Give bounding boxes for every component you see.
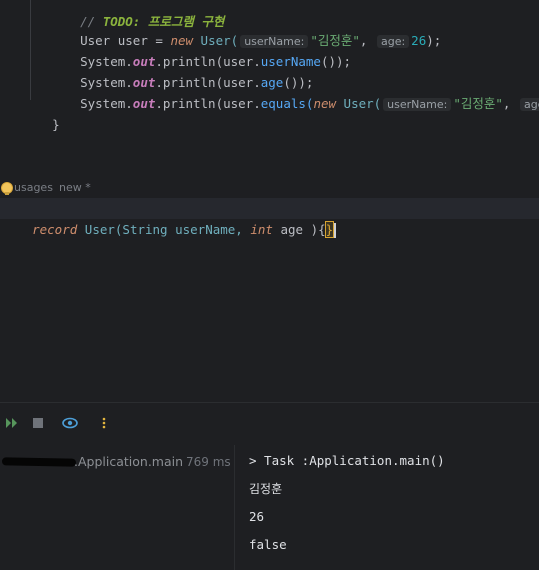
param-hint: userName: — [383, 98, 452, 111]
text-caret — [334, 223, 337, 238]
code-editor[interactable]: // TODO: 프로그램 구현 User user = new User(us… — [0, 0, 539, 402]
run-tree-item[interactable]: .Application.main 769 ms — [0, 451, 234, 473]
comma: , — [502, 96, 518, 111]
param-hint: age: — [376, 35, 410, 48]
record-signature: User(String userName, — [77, 222, 251, 237]
string-literal: "김정훈" — [453, 96, 503, 111]
more-vertical-icon[interactable] — [94, 413, 114, 433]
constructor-call: User( — [336, 96, 382, 111]
receiver: user. — [223, 96, 261, 111]
eye-icon[interactable] — [60, 413, 80, 433]
system-class: System. — [80, 96, 133, 111]
run-panel: .Application.main 769 ms > Task :Applica… — [0, 402, 539, 570]
param-hint: age: — [519, 98, 539, 111]
code-line-2[interactable]: System.out.println(user.userName()); — [50, 30, 351, 69]
matched-brace: } — [324, 221, 335, 238]
code-line-1[interactable]: User user = new User(userName: "김정훈", age… — [50, 9, 441, 48]
method-call: .println( — [155, 96, 224, 111]
statement-end: ()); — [320, 54, 352, 69]
keyword-record: record — [32, 222, 78, 237]
run-tree: .Application.main 769 ms — [0, 445, 235, 570]
stop-icon[interactable] — [28, 413, 48, 433]
closing-brace: } — [52, 117, 60, 132]
console-output-line: 26 — [249, 509, 265, 524]
console-task-line: > Task :Application.main() — [249, 453, 445, 468]
equals-call: equals( — [260, 96, 314, 111]
statement-end: ); — [426, 33, 442, 48]
usages-inlay[interactable]: usages — [14, 179, 53, 197]
code-line-3[interactable]: System.out.println(user.age()); — [50, 51, 313, 90]
console-output-line: false — [249, 537, 287, 552]
record-params-end: age ){ — [272, 222, 326, 237]
code-line-4[interactable]: System.out.println(user.equals(new User(… — [50, 72, 539, 111]
console-output[interactable]: > Task :Application.main() 김정훈 26 false — [235, 445, 539, 570]
number-literal: 26 — [411, 33, 427, 48]
comma: , — [359, 33, 375, 48]
static-field: out — [132, 96, 156, 111]
keyword-new: new — [313, 96, 337, 111]
indent-guide — [30, 0, 31, 100]
lightbulb-icon[interactable] — [2, 183, 12, 195]
run-duration: 769 ms — [186, 455, 231, 469]
redaction-mark — [1, 457, 77, 467]
code-line-record[interactable]: record User(String userName, int age ){} — [2, 198, 337, 238]
console-output-line: 김정훈 — [249, 482, 283, 496]
keyword-int: int — [250, 222, 273, 237]
author-inlay[interactable]: new * — [59, 179, 91, 197]
run-toolbar — [0, 403, 539, 443]
rerun-icon[interactable] — [2, 413, 22, 433]
code-line-close[interactable]: } — [22, 93, 60, 132]
run-config-name: .Application.main — [74, 454, 184, 469]
